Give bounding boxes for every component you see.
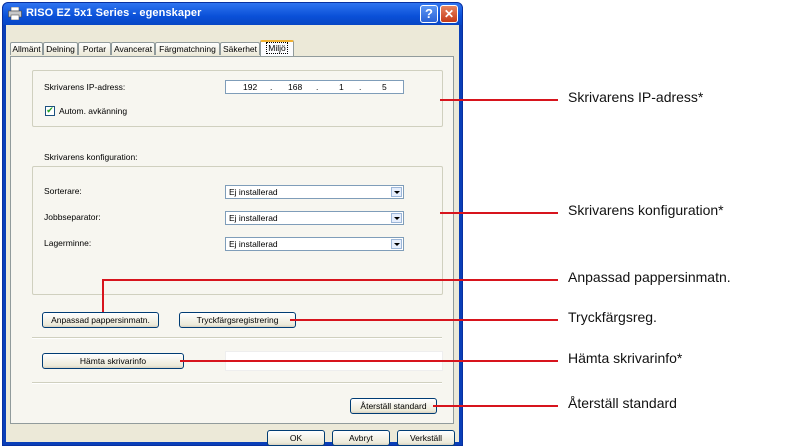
ip-address-input[interactable]: 192 . 168 . 1 . 5 [225, 80, 404, 94]
callout-restore: Återställ standard [568, 395, 677, 411]
job-separator-select[interactable]: Ej installerad [225, 211, 404, 225]
auto-detect-checkbox[interactable]: ✔ [45, 106, 55, 116]
sorter-select[interactable]: Ej installerad [225, 185, 404, 199]
ip-group [32, 70, 443, 127]
window-title: RISO EZ 5x1 Series - egenskaper [26, 7, 202, 19]
title-bar[interactable]: RISO EZ 5x1 Series - egenskaper ? ✕ [3, 3, 462, 25]
callout-line-custom-paper [102, 279, 558, 281]
custom-paper-button[interactable]: Anpassad pappersinmatn. [42, 312, 159, 328]
chevron-down-icon[interactable] [391, 239, 402, 249]
tab-general[interactable]: Allmänt [10, 42, 43, 55]
tab-environment[interactable]: Miljö [260, 40, 294, 56]
tab-label: Delning [46, 44, 75, 54]
callout-line-custom-paper-vertical [102, 279, 104, 312]
ip-octet-3[interactable]: 1 [339, 82, 344, 92]
job-separator-label: Jobbseparator: [44, 212, 101, 222]
ip-dot: . [316, 82, 319, 92]
divider [32, 337, 442, 339]
tab-label: Portar [82, 44, 107, 54]
config-heading: Skrivarens konfiguration: [44, 152, 138, 162]
cancel-button[interactable]: Avbryt [332, 430, 390, 446]
sorter-label: Sorterare: [44, 186, 82, 196]
help-button[interactable]: ? [420, 5, 438, 23]
callout-ip: Skrivarens IP-adress* [568, 89, 704, 105]
callout-line-ip [440, 99, 558, 101]
tab-label: Allmänt [12, 44, 41, 54]
auto-detect-label: Autom. avkänning [59, 106, 128, 116]
callout-printer-info: Hämta skrivarinfo* [568, 350, 683, 366]
tab-label: Färgmatchning [159, 44, 216, 54]
chevron-down-icon[interactable] [391, 213, 402, 223]
sorter-value: Ej installerad [229, 187, 278, 197]
ip-octet-2[interactable]: 168 [288, 82, 302, 92]
callout-ink-color-reg: Tryckfärgsreg. [568, 309, 657, 325]
divider [32, 382, 442, 384]
ip-dot: . [359, 82, 362, 92]
callout-custom-paper: Anpassad pappersinmatn. [568, 269, 731, 285]
callout-line-ink-color-reg [290, 319, 558, 321]
ip-label: Skrivarens IP-adress: [44, 82, 126, 92]
close-button[interactable]: ✕ [440, 5, 458, 23]
ink-color-registration-button[interactable]: Tryckfärgsregistrering [179, 312, 296, 328]
tab-label: Säkerhet [222, 44, 258, 54]
storage-memory-value: Ej installerad [229, 239, 278, 249]
ip-octet-1[interactable]: 192 [243, 82, 257, 92]
ip-octet-4[interactable]: 5 [382, 82, 387, 92]
storage-memory-label: Lagerminne: [44, 238, 92, 248]
printer-icon [8, 7, 22, 20]
ok-button[interactable]: OK [267, 430, 325, 446]
get-printer-info-button[interactable]: Hämta skrivarinfo [42, 353, 184, 369]
callout-line-restore [433, 405, 558, 407]
tab-advanced[interactable]: Avancerat [111, 42, 155, 55]
restore-default-button[interactable]: Återställ standard [350, 398, 437, 414]
tab-color-matching[interactable]: Färgmatchning [155, 42, 220, 55]
job-separator-value: Ej installerad [229, 213, 278, 223]
tab-label: Avancerat [113, 44, 153, 54]
tab-ports[interactable]: Portar [78, 42, 111, 55]
apply-button[interactable]: Verkställ [397, 430, 455, 446]
tab-sharing[interactable]: Delning [43, 42, 78, 55]
ip-dot: . [270, 82, 273, 92]
callout-config: Skrivarens konfiguration* [568, 202, 724, 218]
storage-memory-select[interactable]: Ej installerad [225, 237, 404, 251]
chevron-down-icon[interactable] [391, 187, 402, 197]
callout-line-config [440, 212, 558, 214]
tab-label: Miljö [266, 42, 288, 54]
tab-security[interactable]: Säkerhet [220, 42, 260, 55]
callout-line-printer-info [180, 360, 558, 362]
